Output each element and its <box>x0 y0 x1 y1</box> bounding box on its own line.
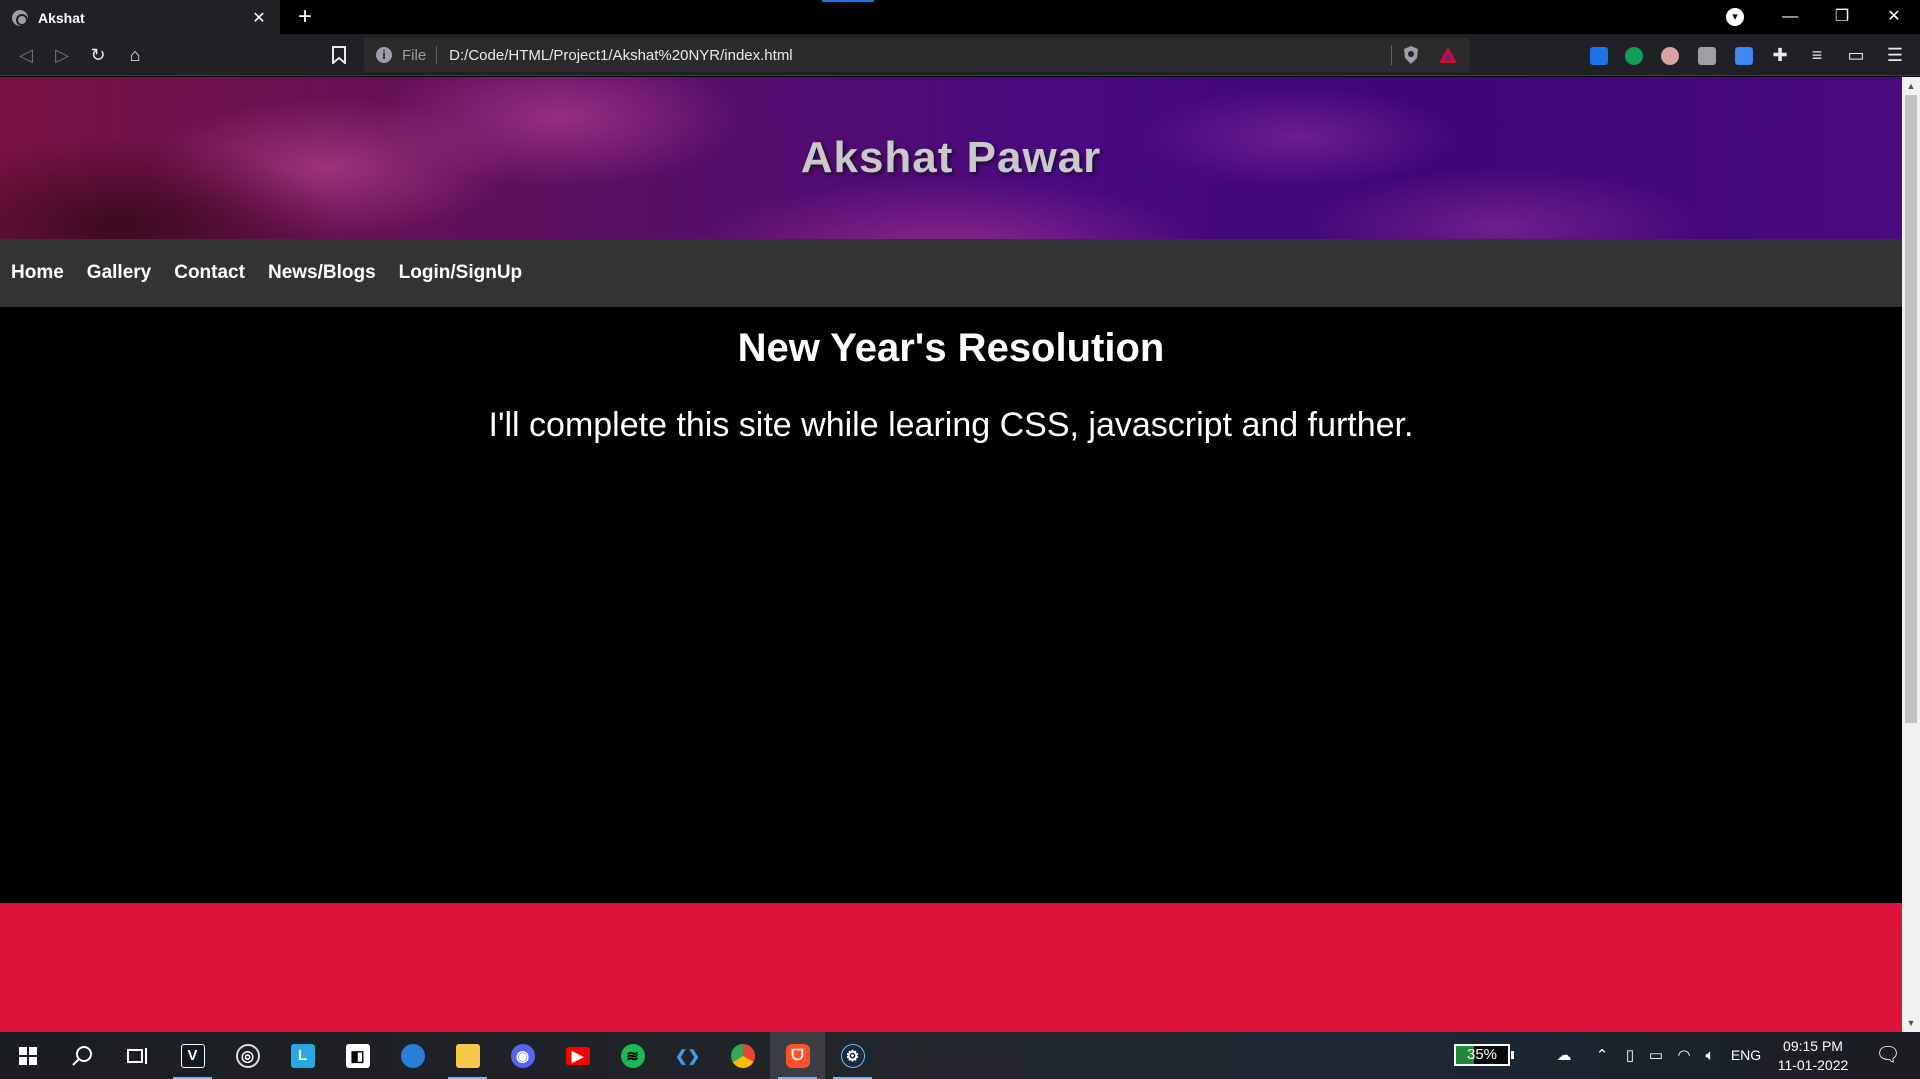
page-text: I'll complete this site while learing CS… <box>488 406 1414 444</box>
lightshot-icon[interactable]: L <box>275 1032 330 1079</box>
extension-translate-icon[interactable] <box>1590 47 1608 65</box>
browser-toolbar: ◁ ▷ ↻ ⌂ i File D:/Code/HTML/Project1/Aks… <box>0 34 1920 76</box>
volume-icon[interactable]: 🔈︎ <box>1698 1032 1722 1079</box>
home-icon[interactable]: ⌂ <box>120 40 150 70</box>
new-tab-button[interactable]: + <box>290 2 320 32</box>
extension-drive-icon[interactable] <box>1625 47 1643 65</box>
tab-title: Akshat <box>38 10 85 26</box>
extension-google-translate-icon[interactable] <box>1735 47 1753 65</box>
wifi-icon[interactable]: ◠ <box>1672 1032 1696 1079</box>
info-icon[interactable]: i <box>376 47 392 63</box>
browser-tab[interactable]: Akshat ✕ <box>0 0 280 34</box>
youtube-icon[interactable]: ▶ <box>550 1032 605 1079</box>
battery-indicator[interactable]: 35% <box>1454 1044 1514 1066</box>
menu-icon[interactable]: ☰ <box>1880 40 1910 70</box>
clock-time: 09:15 PM <box>1783 1038 1843 1054</box>
chrome-icon[interactable] <box>715 1032 770 1079</box>
tab-strip-accent <box>822 0 874 2</box>
valorant-icon[interactable]: V <box>165 1032 220 1079</box>
extension-clipboard-icon[interactable] <box>1698 47 1716 65</box>
language-indicator[interactable]: ENG <box>1728 1032 1764 1079</box>
discord-icon[interactable]: ◉ <box>495 1032 550 1079</box>
devices-icon[interactable]: ▯ <box>1618 1032 1642 1079</box>
weather-cloud-icon[interactable]: ☁ <box>1546 1032 1582 1079</box>
page-viewport: Akshat Pawar Home Gallery Contact News/B… <box>0 77 1902 1032</box>
clock-date: 11-01-2022 <box>1777 1057 1849 1073</box>
site-title: Akshat Pawar <box>800 133 1102 182</box>
brave-shield-icon[interactable] <box>1402 45 1420 65</box>
windows-taskbar: V ◎ L ◧ ◉ ▶ ≋ ❮❯ ᗜ ⚙ 35% ☁ ⌃ ▯ ▭ ◠ 🔈︎ EN… <box>0 1032 1920 1079</box>
brave-icon[interactable]: ᗜ <box>770 1032 825 1079</box>
nav-contact[interactable]: Contact <box>174 262 245 284</box>
globe-icon <box>12 10 28 26</box>
extension-face-icon[interactable] <box>1661 47 1679 65</box>
search-icon[interactable] <box>55 1032 110 1079</box>
tab-search-icon[interactable]: ▾ <box>1726 8 1744 26</box>
nav-news-blogs[interactable]: News/Blogs <box>268 262 376 284</box>
clock[interactable]: 09:15 PM 11-01-2022 <box>1768 1037 1858 1075</box>
reading-list-icon[interactable]: ≡ <box>1802 40 1832 70</box>
browser-title-bar: Akshat ✕ + ▾ — ❐ ✕ <box>0 0 1920 34</box>
spotify-icon[interactable]: ≋ <box>605 1032 660 1079</box>
close-window-button[interactable]: ✕ <box>1868 0 1920 34</box>
nav-home[interactable]: Home <box>11 262 64 284</box>
scroll-up-arrow-icon[interactable]: ▲ <box>1902 77 1920 95</box>
bookmark-icon[interactable] <box>324 40 354 70</box>
forward-icon[interactable]: ▷ <box>47 40 77 70</box>
vscode-icon[interactable]: ❮❯ <box>660 1032 715 1079</box>
nav-login-signup[interactable]: Login/SignUp <box>399 262 522 284</box>
task-view-icon[interactable] <box>110 1032 165 1079</box>
windows-logo-icon <box>18 1046 37 1065</box>
navbar: Home Gallery Contact News/Blogs Login/Si… <box>0 239 1902 307</box>
chevron-up-icon[interactable]: ⌃ <box>1590 1032 1614 1079</box>
wallet-icon[interactable]: ▭ <box>1841 40 1871 70</box>
battery-icon[interactable]: ▭ <box>1644 1032 1668 1079</box>
back-icon[interactable]: ◁ <box>11 40 41 70</box>
firefox-icon[interactable] <box>385 1032 440 1079</box>
close-tab-icon[interactable]: ✕ <box>250 8 268 28</box>
url-text[interactable]: D:/Code/HTML/Project1/Akshat%20NYR/index… <box>449 47 1381 64</box>
footer <box>0 903 1902 1032</box>
scroll-down-arrow-icon[interactable]: ▼ <box>1902 1014 1920 1032</box>
file-explorer-icon[interactable] <box>440 1032 495 1079</box>
nav-gallery[interactable]: Gallery <box>87 262 151 284</box>
extensions-puzzle-icon[interactable]: ✚ <box>1765 40 1795 70</box>
address-bar[interactable]: i File D:/Code/HTML/Project1/Akshat%20NY… <box>364 38 1470 72</box>
dolby-icon[interactable]: ◧ <box>330 1032 385 1079</box>
start-button[interactable] <box>0 1032 55 1079</box>
shield-separator <box>1391 45 1392 65</box>
url-scheme: File <box>402 46 427 64</box>
notification-icon[interactable]: 🗨︎ <box>1868 1032 1908 1079</box>
scrollbar-thumb[interactable] <box>1905 95 1917 723</box>
reload-icon[interactable]: ↻ <box>83 40 113 70</box>
steam-icon[interactable]: ⚙ <box>825 1032 880 1079</box>
url-separator <box>436 46 438 64</box>
battery-percent: 35% <box>1466 1046 1498 1063</box>
brave-rewards-icon[interactable] <box>1438 45 1458 65</box>
obs-icon[interactable]: ◎ <box>220 1032 275 1079</box>
vertical-scrollbar[interactable]: ▲ ▼ <box>1902 77 1920 1032</box>
restore-button[interactable]: ❐ <box>1816 0 1868 34</box>
minimize-button[interactable]: — <box>1764 0 1816 34</box>
page-heading: New Year's Resolution <box>737 326 1165 370</box>
